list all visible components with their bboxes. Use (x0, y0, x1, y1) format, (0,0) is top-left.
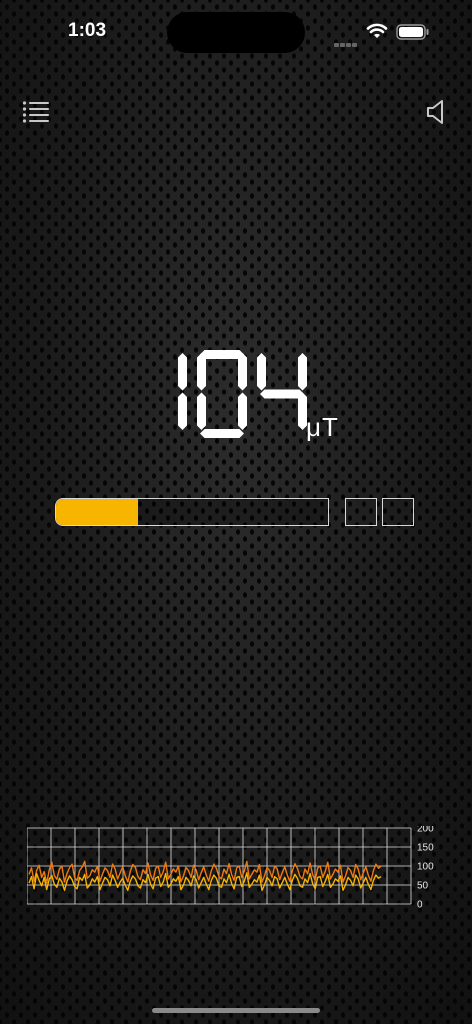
battery-icon (396, 24, 429, 40)
digit-segment (257, 353, 266, 391)
magnetometer-screen: 1:03 104 μT 200150100500 (0, 0, 472, 1024)
field-level-fill (56, 499, 138, 525)
digit-segment (178, 392, 187, 430)
series-line (28, 872, 382, 892)
field-level-bar (55, 498, 329, 526)
digit-segment (260, 389, 304, 399)
list-icon[interactable] (22, 100, 50, 124)
y-tick-label: 100 (417, 862, 434, 873)
wifi-icon (366, 23, 388, 38)
digit-segment (200, 429, 244, 438)
digit-segment (197, 353, 206, 391)
field-reading-display (178, 350, 307, 438)
y-tick-label: 0 (417, 900, 423, 909)
digit-segment (200, 350, 244, 359)
level-box-2 (382, 498, 414, 526)
history-graph: 200 150 100 50 0 (27, 826, 434, 909)
home-indicator (152, 1008, 320, 1013)
digit-segment (178, 353, 187, 391)
digit-segment (197, 392, 206, 430)
digit-segment (238, 392, 247, 430)
signal-icon (334, 34, 358, 52)
y-tick-label: 200 (417, 826, 434, 835)
unit-label: μT (306, 412, 339, 442)
y-tick-label: 150 (417, 843, 434, 854)
y-tick-label: 50 (417, 881, 429, 892)
digit-segment (238, 353, 247, 391)
speaker-icon[interactable] (424, 98, 448, 126)
status-time: 1:03 (68, 20, 107, 41)
dynamic-island (167, 12, 305, 53)
digit-segment (298, 353, 307, 391)
level-box-1 (345, 498, 377, 526)
